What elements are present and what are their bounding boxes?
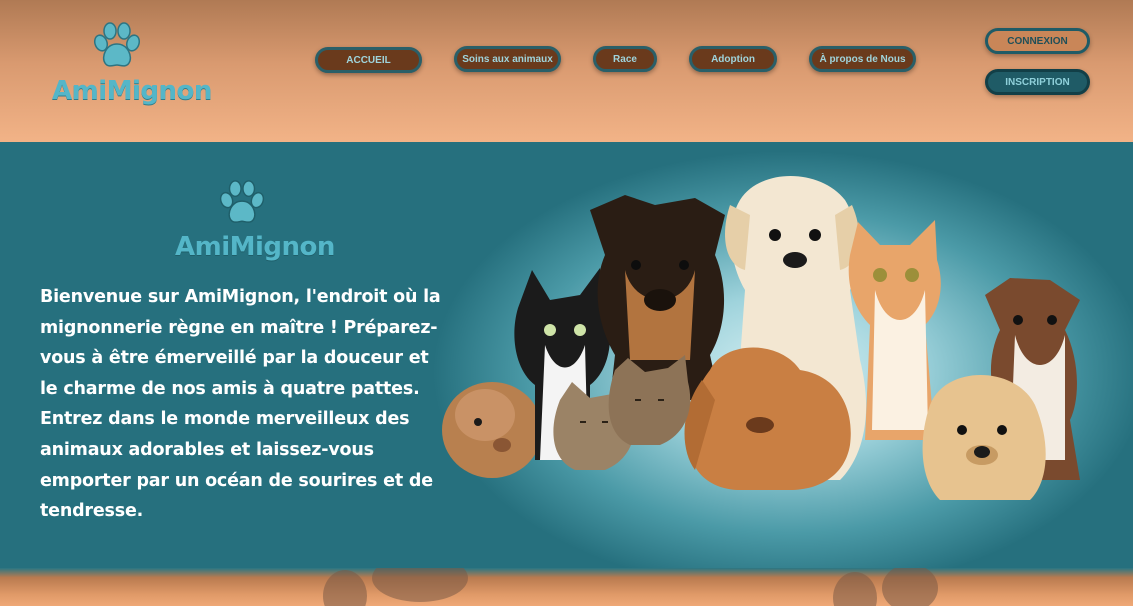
paw-decoration-icon <box>833 568 938 606</box>
nav-accueil-button[interactable]: ACCUEIL <box>315 47 422 73</box>
site-header: AmiMignon ACCUEIL Soins aux animaux Race… <box>0 0 1133 142</box>
login-button[interactable]: CONNEXION <box>985 28 1090 54</box>
hero-section: AmiMignon Bienvenue sur AmiMignon, l'end… <box>0 142 1133 570</box>
pets-group-image <box>442 176 1080 500</box>
site-logo[interactable]: AmiMignon <box>50 18 212 118</box>
nav-adoption-button[interactable]: Adoption <box>689 46 777 72</box>
guinea-pig-figure <box>442 382 542 478</box>
paw-icon <box>93 22 141 67</box>
paw-icon <box>219 180 265 223</box>
nav-a-propos-button[interactable]: À propos de Nous <box>809 46 916 72</box>
bottom-strip <box>0 568 1133 606</box>
hero-brand-name: AmiMignon <box>175 232 335 262</box>
signup-button[interactable]: INSCRIPTION <box>985 69 1090 95</box>
shepherd-puppy-figure <box>590 195 725 400</box>
welcome-text: Bienvenue sur AmiMignon, l'endroit où la… <box>40 287 441 522</box>
paw-decoration-icon <box>323 568 468 606</box>
nav-race-button[interactable]: Race <box>593 46 657 72</box>
hero-logo: AmiMignon <box>175 180 335 280</box>
nav-soins-button[interactable]: Soins aux animaux <box>454 46 561 72</box>
brand-name: AmiMignon <box>52 76 212 106</box>
